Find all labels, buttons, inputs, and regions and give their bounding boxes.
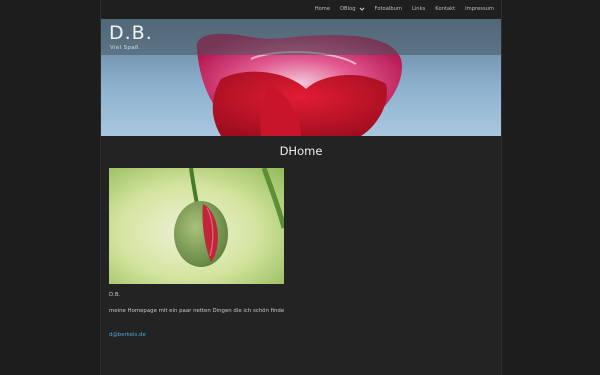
page-container: Home DBlog Fotoalbum Links Kontakt Impre… <box>100 0 502 375</box>
nav-item-links[interactable]: Links <box>407 0 430 18</box>
nav-item-label: Kontakt <box>435 6 456 12</box>
nav-item-impressum[interactable]: Impressum <box>460 0 499 18</box>
nav-item-label: Fotoalbum <box>374 6 402 12</box>
chevron-down-icon[interactable] <box>359 6 365 12</box>
main-content: DHome D.B. meine Homepage mit ein paar n… <box>101 136 501 375</box>
page-title: DHome <box>279 144 323 158</box>
email-link[interactable]: d@berkels.de <box>109 332 146 338</box>
image-caption: D.B. <box>109 292 121 298</box>
nav-item-fotoalbum[interactable]: Fotoalbum <box>370 0 407 18</box>
site-subtitle: Viel Spaß <box>110 45 139 51</box>
poppy-bud-image <box>109 168 284 284</box>
nav-item-label: Home <box>314 6 331 12</box>
nav-item-home[interactable]: Home <box>310 0 335 18</box>
nav-item-dblog[interactable]: DBlog <box>335 0 369 18</box>
description-text: meine Homepage mit ein paar netten Dinge… <box>109 308 285 314</box>
nav-item-label: Impressum <box>465 6 494 12</box>
nav-item-kontakt[interactable]: Kontakt <box>430 0 460 18</box>
header-banner: D.B. Viel Spaß <box>101 19 501 136</box>
nav-item-label: DBlog <box>340 6 356 12</box>
poppy-bud-photo <box>109 168 284 284</box>
site-title[interactable]: D.B. <box>109 22 153 44</box>
nav-item-label: Links <box>411 6 426 12</box>
top-navigation: Home DBlog Fotoalbum Links Kontakt Impre… <box>101 0 501 18</box>
header-title-bar <box>101 19 501 55</box>
